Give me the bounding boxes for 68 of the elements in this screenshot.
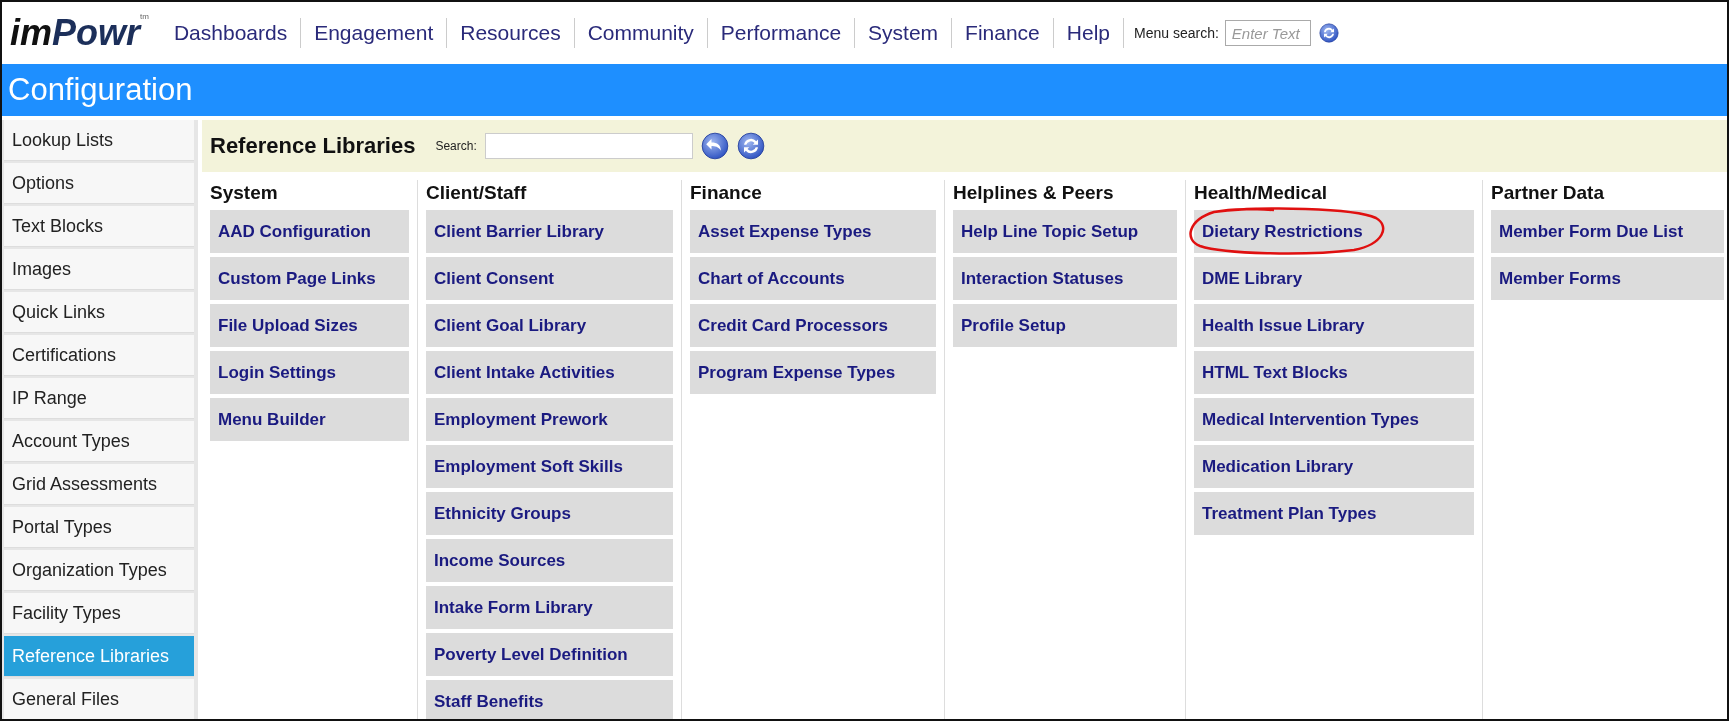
search-field[interactable] <box>484 133 693 159</box>
library-link[interactable]: Help Line Topic Setup <box>953 210 1177 253</box>
library-link[interactable]: Employment Prework <box>426 398 673 441</box>
library-link[interactable]: File Upload Sizes <box>210 304 409 347</box>
library-link[interactable]: Client Barrier Library <box>426 210 673 253</box>
logo: imPowr$^{tm}$ <box>10 12 149 54</box>
sidebar-item[interactable]: Options <box>4 163 194 204</box>
library-link[interactable]: Client Goal Library <box>426 304 673 347</box>
library-link[interactable]: AAD Configuration <box>210 210 409 253</box>
sidebar-item[interactable]: Text Blocks <box>4 206 194 247</box>
library-link[interactable]: Custom Page Links <box>210 257 409 300</box>
sidebar-item[interactable]: IP Range <box>4 378 194 419</box>
menu-item[interactable]: Engagement <box>301 18 448 48</box>
sidebar-item[interactable]: Certifications <box>4 335 194 376</box>
library-link[interactable]: Asset Expense Types <box>690 210 936 253</box>
refresh-icon[interactable] <box>1318 23 1339 43</box>
library-link[interactable]: Member Forms <box>1491 257 1724 300</box>
library-link[interactable]: HTML Text Blocks <box>1194 351 1474 394</box>
library-link[interactable]: Medical Intervention Types <box>1194 398 1474 441</box>
menu-search-label: Menu search: <box>1134 25 1219 41</box>
column-heading: Client/Staff <box>426 181 528 205</box>
library-link[interactable]: Interaction Statuses <box>953 257 1177 300</box>
library-link[interactable]: Intake Form Library <box>426 586 673 629</box>
library-link[interactable]: Medication Library <box>1194 445 1474 488</box>
search-label: Search: <box>435 139 477 153</box>
library-link[interactable]: DME Library <box>1194 257 1474 300</box>
sidebar-item[interactable]: Portal Types <box>4 507 194 548</box>
sidebar-item[interactable]: Grid Assessments <box>4 464 194 505</box>
sidebar-item[interactable]: Quick Links <box>4 292 194 333</box>
library-link[interactable]: Login Settings <box>210 351 409 394</box>
sidebar-item[interactable]: General Files <box>4 679 194 719</box>
menu-item[interactable]: Resources <box>447 18 575 48</box>
sidebar-item[interactable]: Organization Types <box>4 550 194 591</box>
menu-item[interactable]: Dashboards <box>160 18 302 48</box>
library-link[interactable]: Credit Card Processors <box>690 304 936 347</box>
menu-item[interactable]: Help <box>1053 18 1124 48</box>
menu-item[interactable]: Performance <box>707 18 856 48</box>
library-link[interactable]: Chart of Accounts <box>690 257 936 300</box>
library-link[interactable]: Income Sources <box>426 539 673 582</box>
library-link[interactable]: Program Expense Types <box>690 351 936 394</box>
library-link[interactable]: Profile Setup <box>953 304 1177 347</box>
column-heading: Finance <box>690 181 763 205</box>
sidebar-item[interactable]: Facility Types <box>4 593 194 634</box>
sidebar-item[interactable]: Images <box>4 249 194 290</box>
page-title: Configuration <box>7 72 193 108</box>
library-link[interactable]: Ethnicity Groups <box>426 492 673 535</box>
menu-search-field[interactable]: Enter Text <box>1224 20 1311 46</box>
library-link[interactable]: Client Intake Activities <box>426 351 673 394</box>
panel-title: Reference Libraries <box>210 133 416 159</box>
column-heading: Helplines & Peers <box>953 181 1115 205</box>
refresh-icon[interactable] <box>736 132 765 160</box>
column-heading: System <box>210 181 279 205</box>
menu-item[interactable]: Finance <box>952 18 1054 48</box>
library-link[interactable]: Employment Soft Skills <box>426 445 673 488</box>
library-link[interactable]: Menu Builder <box>210 398 409 441</box>
menu-item[interactable]: Community <box>574 18 708 48</box>
sidebar-item[interactable]: Account Types <box>4 421 194 462</box>
column-heading: Health/Medical <box>1194 181 1329 205</box>
library-link[interactable]: Treatment Plan Types <box>1194 492 1474 535</box>
menu-item[interactable]: System <box>855 18 953 48</box>
library-link[interactable]: Member Form Due List <box>1491 210 1724 253</box>
sidebar-item[interactable]: Lookup Lists <box>4 120 194 161</box>
library-link[interactable]: Poverty Level Definition <box>426 633 673 676</box>
back-icon[interactable] <box>700 132 729 160</box>
library-link[interactable]: Staff Benefits <box>426 680 673 719</box>
library-link[interactable]: Client Consent <box>426 257 673 300</box>
library-link[interactable]: Health Issue Library <box>1194 304 1474 347</box>
column-heading: Partner Data <box>1491 181 1605 205</box>
